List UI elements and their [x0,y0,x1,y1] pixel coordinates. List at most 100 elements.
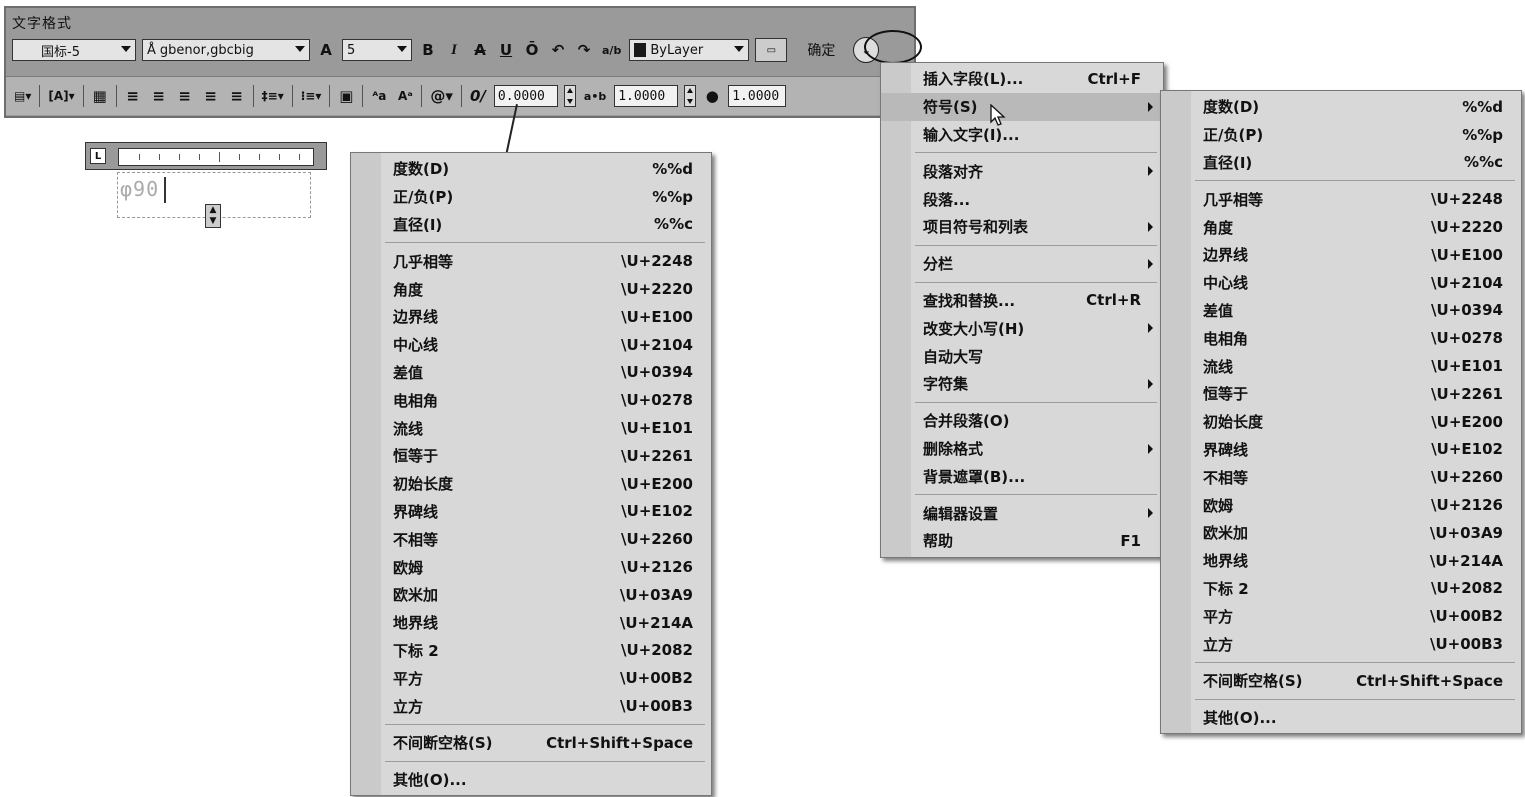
menu-item[interactable]: 不相等 \U+2260 [1161,463,1521,491]
menu-item[interactable]: 下标 2 \U+2082 [351,637,711,665]
paragraph-icon[interactable]: ▦ [90,85,110,107]
mtext-justify-button[interactable]: [A]▾ [46,85,76,107]
italic-button[interactable]: I [444,39,464,61]
menu-item[interactable]: 立方 \U+00B3 [1161,630,1521,658]
lowercase-button[interactable]: Aᵃ [395,85,415,107]
menu-item[interactable]: 中心线 \U+2104 [351,331,711,359]
menu-item[interactable]: 查找和替换... Ctrl+R [881,287,1163,315]
menu-item[interactable]: 编辑器设置 [881,499,1163,527]
menu-item[interactable]: 项目符号和列表 [881,213,1163,241]
menu-item[interactable]: 改变大小写(H) [881,314,1163,342]
tracking-spinner[interactable] [684,85,697,107]
menu-item[interactable]: 欧米加 \U+03A9 [1161,519,1521,547]
menu-item[interactable]: 中心线 \U+2104 [1161,269,1521,297]
menu-item[interactable]: 直径(I) %%c [1161,149,1521,177]
menu-item[interactable]: 段落对齐 [881,157,1163,185]
menu-item[interactable]: 初始长度 \U+E200 [351,470,711,498]
menu-item[interactable]: 差值 \U+0394 [351,359,711,387]
ruler-toggle-button[interactable]: ▭ [755,38,788,62]
menu-item[interactable]: 角度 \U+2220 [1161,213,1521,241]
symbol-button[interactable]: @ ▾ [428,85,455,107]
menu-item[interactable]: 平方 \U+00B2 [351,664,711,692]
line-spacing-button[interactable]: ‡≡▾ [260,85,286,107]
menu-item[interactable]: 输入文字(I)... [881,121,1163,149]
underline-button[interactable]: U [496,39,516,61]
menu-item[interactable]: 不间断空格(S) Ctrl+Shift+Space [351,729,711,757]
overline-button[interactable]: Ō [522,39,542,61]
menu-item[interactable]: 恒等于 \U+2261 [351,442,711,470]
align-left-button[interactable]: ≡ [123,85,143,107]
menu-item[interactable]: 插入字段(L)... Ctrl+F [881,65,1163,93]
text-height-combo[interactable]: 5 [342,39,412,61]
tracking-input[interactable]: 1.0000 [614,85,679,107]
menu-item[interactable]: 下标 2 \U+2082 [1161,575,1521,603]
redo-button[interactable]: ↷ [574,39,594,61]
stack-button[interactable]: a/b [600,39,623,61]
menu-item[interactable]: 欧姆 \U+2126 [1161,491,1521,519]
menu-item[interactable]: 地界线 \U+214A [1161,547,1521,575]
menu-item-label: 欧姆 [393,558,424,577]
width-factor-input[interactable]: 1.0000 [728,85,787,107]
menu-item[interactable]: 流线 \U+E101 [1161,352,1521,380]
menu-item[interactable]: 分栏 [881,250,1163,278]
numbering-button[interactable]: ⁝≡▾ [299,85,324,107]
menu-item[interactable]: 合并段落(O) [881,407,1163,435]
oblique-angle-spinner[interactable] [563,85,576,107]
font-combo[interactable]: Å gbenor,gbcbig [142,39,310,61]
resize-handle-icon[interactable]: ▲ ▼ [205,204,221,228]
menu-item[interactable]: 边界线 \U+E100 [351,303,711,331]
menu-item[interactable]: 背景遮罩(B)... [881,462,1163,490]
menu-item[interactable]: 立方 \U+00B3 [351,692,711,720]
menu-item[interactable]: 其他(O)... [351,766,711,794]
menu-item[interactable]: 恒等于 \U+2261 [1161,380,1521,408]
menu-item[interactable]: 删除格式 [881,435,1163,463]
menu-item[interactable]: 流线 \U+E101 [351,414,711,442]
uppercase-button[interactable]: ᴬa [369,85,389,107]
bold-button[interactable]: B [418,39,438,61]
menu-item[interactable]: 段落... [881,185,1163,213]
oblique-angle-input[interactable]: 0.0000 [493,85,558,107]
menu-item[interactable]: 正/负(P) %%p [1161,121,1521,149]
menu-item[interactable]: 度数(D) %%d [351,155,711,183]
insert-columns-button[interactable]: ▤▾ [12,85,33,107]
menu-item[interactable]: 自动大写 [881,342,1163,370]
text-caret [164,177,166,203]
menu-item[interactable]: 直径(I) %%c [351,211,711,239]
menu-item[interactable]: 初始长度 \U+E200 [1161,408,1521,436]
menu-item[interactable]: 度数(D) %%d [1161,93,1521,121]
justify-button[interactable]: ≡ [201,85,221,107]
align-right-button[interactable]: ≡ [175,85,195,107]
menu-item[interactable]: 地界线 \U+214A [351,609,711,637]
insert-field-button[interactable]: ▣ [336,85,356,107]
menu-item[interactable]: 电相角 \U+0278 [351,386,711,414]
tab-type-icon[interactable]: L [90,148,106,164]
menu-item[interactable]: 帮助 F1 [881,527,1163,555]
strikethrough-button[interactable]: A [470,39,490,61]
menu-item[interactable]: 电相角 \U+0278 [1161,324,1521,352]
menu-item[interactable]: 界碑线 \U+E102 [1161,436,1521,464]
menu-item[interactable]: 其他(O)... [1161,704,1521,732]
menu-item[interactable]: 角度 \U+2220 [351,275,711,303]
menu-item[interactable]: 欧姆 \U+2126 [351,553,711,581]
menu-item[interactable]: 界碑线 \U+E102 [351,498,711,526]
menu-item[interactable]: 正/负(P) %%p [351,183,711,211]
text-style-combo[interactable]: 国标-5 [12,39,136,61]
menu-item-label: 符号(S) [923,98,978,117]
menu-item[interactable]: 差值 \U+0394 [1161,297,1521,325]
align-center-button[interactable]: ≡ [149,85,169,107]
menu-item[interactable]: 平方 \U+00B2 [1161,602,1521,630]
menu-item[interactable]: 欧米加 \U+03A9 [351,581,711,609]
menu-item[interactable]: 几乎相等 \U+2248 [1161,185,1521,213]
menu-item[interactable]: 边界线 \U+E100 [1161,241,1521,269]
color-combo[interactable]: ByLayer [629,39,750,61]
menu-item[interactable]: 几乎相等 \U+2248 [351,247,711,275]
mtext-ruler[interactable]: L [85,142,327,170]
menu-item[interactable]: 字符集 [881,370,1163,398]
menu-item[interactable]: 不相等 \U+2260 [351,525,711,553]
distribute-button[interactable]: ≡ [227,85,247,107]
undo-button[interactable]: ↶ [548,39,568,61]
menu-item[interactable]: 不间断空格(S) Ctrl+Shift+Space [1161,667,1521,695]
ruler-scale[interactable] [118,148,314,166]
ok-button[interactable]: 确定 [807,40,835,60]
menu-item[interactable]: 符号(S) [881,92,1163,121]
